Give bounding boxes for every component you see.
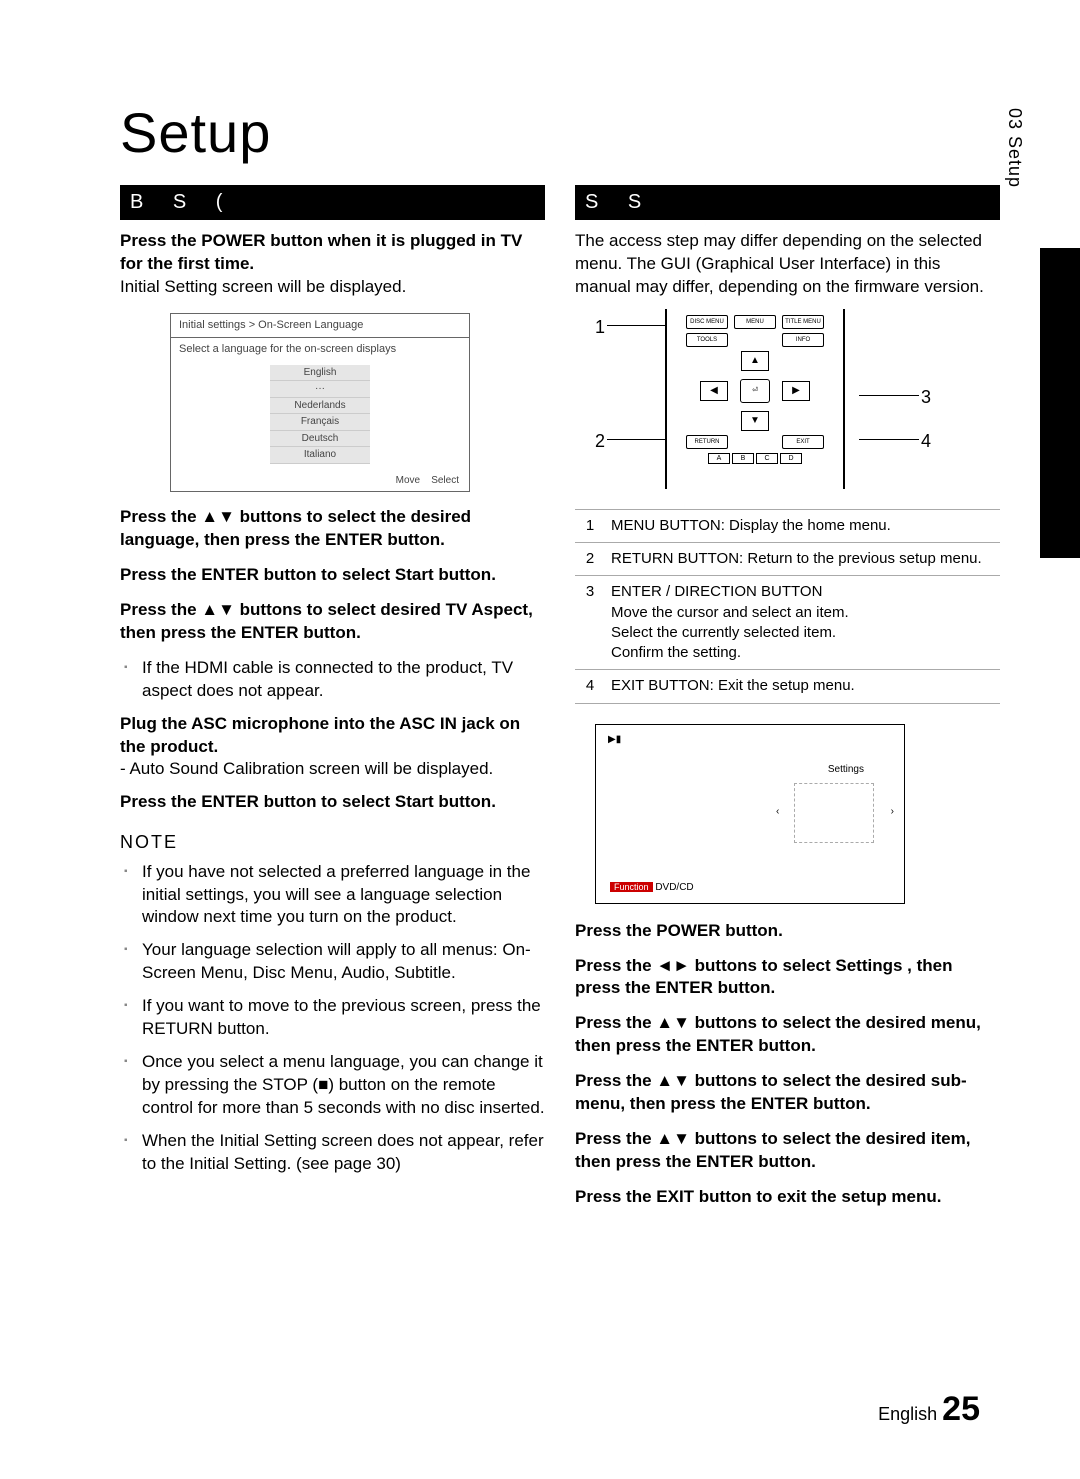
lang-item: Français — [270, 414, 370, 431]
settings-label: Settings — [828, 763, 864, 777]
table-row: 2RETURN BUTTON: Return to the previous s… — [575, 543, 1000, 576]
right-column: S S The access step may differ depending… — [575, 185, 1000, 1221]
left-section-bar: B S ( — [120, 185, 545, 220]
b-button: B — [732, 453, 754, 464]
language-screen: Initial settings > On-Screen Language Se… — [170, 313, 470, 492]
footer-select: Select — [431, 475, 459, 486]
lang-item: English — [270, 365, 370, 382]
screen-prompt: Select a language for the on-screen disp… — [171, 338, 469, 361]
right-icon: ▶ — [782, 381, 810, 401]
callout-3: 3 — [921, 385, 931, 409]
table-row: 3ENTER / DIRECTION BUTTON Move the curso… — [575, 576, 1000, 670]
footer-language: English — [878, 1404, 937, 1424]
side-black-block — [1040, 248, 1080, 558]
left-step-5a: Plug the ASC microphone into the ASC IN … — [120, 713, 545, 759]
right-step: Press the ▲▼ buttons to select the desir… — [575, 1012, 1000, 1058]
c-button: C — [756, 453, 778, 464]
lang-item: Italiano — [270, 447, 370, 464]
side-tab: 03 Setup — [1004, 108, 1025, 188]
left-column: B S ( Press the POWER button when it is … — [120, 185, 545, 1221]
note-item: If you have not selected a preferred lan… — [120, 861, 545, 930]
lang-item: ··· — [270, 381, 370, 398]
right-intro: The access step may differ depending on … — [575, 230, 1000, 299]
footer-move: Move — [396, 475, 420, 486]
play-pause-icon: ▶▮ — [608, 733, 621, 747]
lang-item: Nederlands — [270, 398, 370, 415]
left-intro-2: Initial Setting screen will be displayed… — [120, 276, 545, 299]
remote-diagram: 1 2 3 4 DISC MENU MENU TITLE MENU TOOLS — [585, 309, 925, 499]
note-item: Once you select a menu language, you can… — [120, 1051, 545, 1120]
left-step-3: Press the ENTER button to select Start b… — [120, 564, 545, 587]
disc-menu-button: DISC MENU — [686, 315, 728, 329]
left-step-6: Press the ENTER button to select Start b… — [120, 791, 545, 814]
callout-1: 1 — [595, 315, 605, 339]
left-step-5b: - Auto Sound Calibration screen will be … — [120, 758, 545, 781]
chevron-left-icon: ‹ — [776, 805, 779, 819]
function-tag: Function — [610, 882, 653, 892]
enter-icon: ⏎ — [740, 379, 770, 403]
note-item: Your language selection will apply to al… — [120, 939, 545, 985]
right-step: Press the ◄► buttons to select Settings … — [575, 955, 1000, 1001]
title-menu-button: TITLE MENU — [782, 315, 824, 329]
page-title: Setup — [120, 100, 1000, 165]
return-button: RETURN — [686, 435, 728, 449]
page-number: 25 — [942, 1390, 980, 1428]
callout-2: 2 — [595, 429, 605, 453]
screen-breadcrumb: Initial settings > On-Screen Language — [171, 314, 469, 338]
right-section-bar: S S — [575, 185, 1000, 220]
d-button: D — [780, 453, 802, 464]
left-step-2: Press the ▲▼ buttons to select the desir… — [120, 506, 545, 552]
info-button: INFO — [782, 333, 824, 347]
exit-button: EXIT — [782, 435, 824, 449]
page-footer: English 25 — [878, 1390, 980, 1429]
note-item: When the Initial Setting screen does not… — [120, 1130, 545, 1176]
function-value: DVD/CD — [655, 882, 693, 893]
lang-item: Deutsch — [270, 431, 370, 448]
notes-list: If you have not selected a preferred lan… — [120, 861, 545, 1176]
left-step4-sub: If the HDMI cable is connected to the pr… — [120, 657, 545, 703]
a-button: A — [708, 453, 730, 464]
tools-button: TOOLS — [686, 333, 728, 347]
tv-screen-mock: ▶▮ Settings ‹ › Function DVD/CD — [595, 724, 905, 904]
right-step: Press the ▲▼ buttons to select the desir… — [575, 1070, 1000, 1116]
color-buttons: A B C D — [673, 453, 837, 464]
table-row: 1MENU BUTTON: Display the home menu. — [575, 509, 1000, 542]
right-step: Press the POWER button. — [575, 920, 1000, 943]
right-step: Press the ▲▼ buttons to select the desir… — [575, 1128, 1000, 1174]
direction-pad: ▲ ▼ ◀ ▶ ⏎ — [700, 351, 810, 431]
callout-4: 4 — [921, 429, 931, 453]
left-step-4: Press the ▲▼ buttons to select desired T… — [120, 599, 545, 645]
chevron-right-icon: › — [891, 805, 894, 819]
settings-icon — [794, 783, 874, 843]
note-item: If you want to move to the previous scre… — [120, 995, 545, 1041]
right-step: Press the EXIT button to exit the setup … — [575, 1186, 1000, 1209]
table-row: 4EXIT BUTTON: Exit the setup menu. — [575, 670, 1000, 703]
button-description-table: 1MENU BUTTON: Display the home menu. 2RE… — [575, 509, 1000, 704]
left-icon: ◀ — [700, 381, 728, 401]
language-list: English ··· Nederlands Français Deutsch … — [171, 365, 469, 464]
up-icon: ▲ — [741, 351, 769, 371]
note-heading: NOTE — [120, 830, 545, 854]
left-intro-1: Press the POWER button when it is plugge… — [120, 230, 545, 276]
menu-button: MENU — [734, 315, 776, 329]
down-icon: ▼ — [741, 411, 769, 431]
